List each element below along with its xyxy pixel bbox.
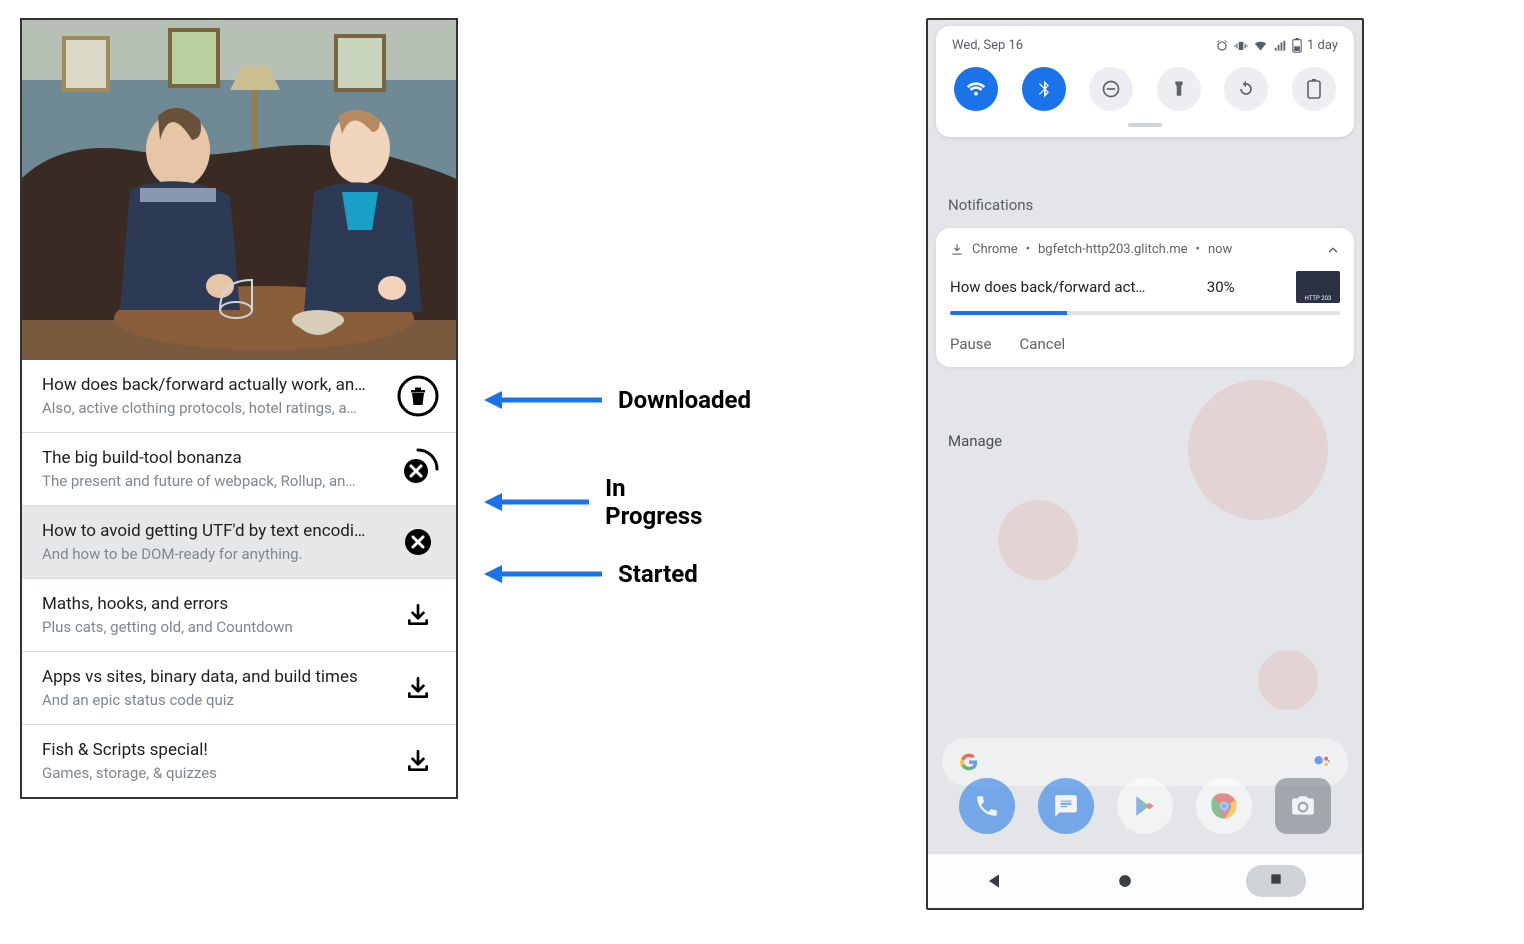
progress-cancel-icon <box>397 448 439 490</box>
episode-list-panel: How does back/forward actually work, an…… <box>20 18 458 799</box>
download-icon <box>950 243 964 257</box>
annotation-label: In Progress <box>605 474 715 530</box>
battery-label: 1 day <box>1307 38 1338 53</box>
rotate-icon <box>1236 79 1256 99</box>
annotation-label: Started <box>618 560 698 588</box>
episode-text: Maths, hooks, and errors Plus cats, gett… <box>42 594 384 636</box>
progress-fill <box>950 311 1067 315</box>
cancel-download-button[interactable] <box>396 447 440 491</box>
episode-title: Apps vs sites, binary data, and build ti… <box>42 667 384 687</box>
hero-image <box>22 20 456 360</box>
manage-notifications-button[interactable]: Manage <box>948 432 1002 450</box>
status-icons: 1 day <box>1215 38 1338 53</box>
annotation-in-progress: In Progress <box>484 474 715 530</box>
notification-card[interactable]: Chrome • bgfetch-http203.glitch.me • now… <box>936 228 1354 367</box>
nav-home-icon[interactable] <box>1115 871 1135 891</box>
download-progress-bar <box>950 311 1340 315</box>
wifi-icon <box>965 78 987 100</box>
phone-background <box>928 20 1362 908</box>
wifi-icon <box>1253 38 1268 53</box>
annotation-downloaded: Downloaded <box>484 386 751 414</box>
status-date: Wed, Sep 16 <box>952 38 1023 53</box>
vibrate-icon <box>1234 39 1248 53</box>
episode-title: How to avoid getting UTF'd by text encod… <box>42 521 384 541</box>
arrow-left-icon <box>484 388 602 412</box>
download-button[interactable] <box>396 739 440 783</box>
wifi-toggle[interactable] <box>954 67 998 111</box>
shade-handle[interactable] <box>1128 123 1162 127</box>
episode-row[interactable]: The big build-tool bonanza The present a… <box>22 432 456 505</box>
download-icon <box>405 602 431 628</box>
episode-row[interactable]: Fish & Scripts special! Games, storage, … <box>22 724 456 797</box>
episode-title: How does back/forward actually work, an… <box>42 375 384 395</box>
quick-settings-panel: Wed, Sep 16 1 day <box>936 26 1354 137</box>
episode-text: How does back/forward actually work, an…… <box>42 375 384 417</box>
alarm-icon <box>1215 39 1229 53</box>
cancel-button[interactable]: Cancel <box>1020 335 1066 353</box>
signal-icon <box>1273 39 1287 53</box>
arrow-left-icon <box>484 562 602 586</box>
episode-row[interactable]: Maths, hooks, and errors Plus cats, gett… <box>22 578 456 651</box>
episode-subtitle: Plus cats, getting old, and Countdown <box>42 618 384 636</box>
nav-recent-button[interactable] <box>1246 865 1306 897</box>
episode-text: Apps vs sites, binary data, and build ti… <box>42 667 384 709</box>
flashlight-icon <box>1170 80 1188 98</box>
download-icon <box>405 675 431 701</box>
episode-subtitle: And an epic status code quiz <box>42 691 384 709</box>
bluetooth-toggle[interactable] <box>1022 67 1066 111</box>
flashlight-toggle[interactable] <box>1157 67 1201 111</box>
camera-app-icon[interactable] <box>1275 778 1331 834</box>
bluetooth-icon <box>1034 79 1054 99</box>
episode-subtitle: Games, storage, & quizzes <box>42 764 384 782</box>
notification-thumbnail: HTTP 203 <box>1296 271 1340 303</box>
episode-title: Maths, hooks, and errors <box>42 594 384 614</box>
battery-icon <box>1292 38 1302 53</box>
cancel-download-button[interactable] <box>396 520 440 564</box>
play-store-app-icon[interactable] <box>1117 778 1173 834</box>
episode-subtitle: Also, active clothing protocols, hotel r… <box>42 399 384 417</box>
episode-text: How to avoid getting UTF'd by text encod… <box>42 521 384 563</box>
chrome-app-icon[interactable] <box>1196 778 1252 834</box>
app-dock <box>928 766 1362 846</box>
episode-row[interactable]: How to avoid getting UTF'd by text encod… <box>22 505 456 578</box>
messages-app-icon[interactable] <box>1038 778 1094 834</box>
episode-title: Fish & Scripts special! <box>42 740 384 760</box>
episode-text: Fish & Scripts special! Games, storage, … <box>42 740 384 782</box>
battery-icon <box>1307 79 1321 99</box>
episode-row[interactable]: Apps vs sites, binary data, and build ti… <box>22 651 456 724</box>
dot-separator: • <box>1196 242 1200 257</box>
notification-time: now <box>1208 242 1232 257</box>
episode-text: The big build-tool bonanza The present a… <box>42 448 384 490</box>
download-button[interactable] <box>396 666 440 710</box>
pause-button[interactable]: Pause <box>950 335 992 353</box>
delete-download-button[interactable] <box>396 374 440 418</box>
annotation-started: Started <box>484 560 698 588</box>
phone-app-icon[interactable] <box>959 778 1015 834</box>
rotate-toggle[interactable] <box>1224 67 1268 111</box>
download-button[interactable] <box>396 593 440 637</box>
notification-source: bgfetch-http203.glitch.me <box>1038 242 1188 257</box>
dnd-icon <box>1101 79 1121 99</box>
annotation-label: Downloaded <box>618 386 751 414</box>
notifications-header: Notifications <box>948 196 1033 214</box>
notification-app: Chrome <box>972 242 1018 257</box>
download-icon <box>405 748 431 774</box>
system-navbar <box>928 854 1362 908</box>
trash-circle-icon <box>397 375 439 417</box>
nav-recent-icon <box>1268 871 1284 887</box>
arrow-left-icon <box>484 490 589 514</box>
episode-row[interactable]: How does back/forward actually work, an…… <box>22 360 456 432</box>
episode-subtitle: And how to be DOM-ready for anything. <box>42 545 384 563</box>
nav-back-icon[interactable] <box>984 871 1004 891</box>
chevron-up-icon[interactable] <box>1326 243 1340 257</box>
phone-mockup: Wed, Sep 16 1 day <box>926 18 1364 910</box>
cancel-icon <box>403 527 433 557</box>
dot-separator: • <box>1026 242 1030 257</box>
episode-title: The big build-tool bonanza <box>42 448 384 468</box>
episode-subtitle: The present and future of webpack, Rollu… <box>42 472 384 490</box>
notification-title: How does back/forward act… <box>950 278 1145 296</box>
notification-percent: 30% <box>1207 278 1235 296</box>
battery-saver-toggle[interactable] <box>1292 67 1336 111</box>
dnd-toggle[interactable] <box>1089 67 1133 111</box>
